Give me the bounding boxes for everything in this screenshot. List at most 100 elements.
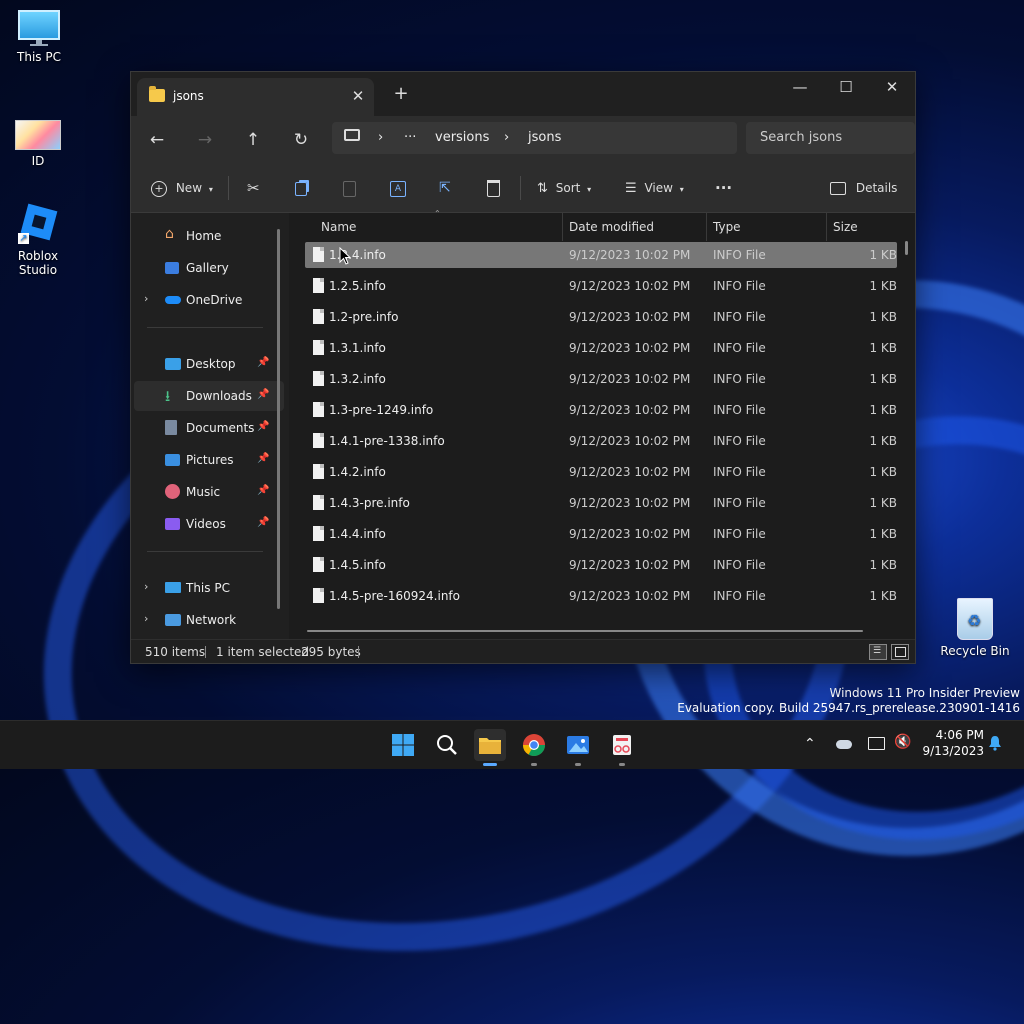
tab-jsons[interactable]: jsons ✕ <box>137 78 374 116</box>
up-button[interactable]: ↑ <box>237 126 269 154</box>
column-header-size[interactable]: Size <box>833 213 858 241</box>
sidebar-item-desktop[interactable]: Desktop 📌 <box>134 349 284 379</box>
pin-icon[interactable]: 📌 <box>257 421 269 432</box>
display-icon[interactable] <box>868 737 885 750</box>
search-box[interactable]: Search jsons <box>746 122 915 154</box>
file-name: 1.3.1.info <box>329 341 386 355</box>
file-row[interactable]: 1.3.2.info 9/12/2023 10:02 PM INFO File … <box>305 366 897 392</box>
pin-icon[interactable]: 📌 <box>257 389 269 400</box>
breadcrumb-separator[interactable]: › <box>378 130 383 145</box>
paste-button[interactable] <box>343 176 356 200</box>
search-input[interactable]: Search jsons <box>760 130 842 145</box>
file-row[interactable]: 1.2-pre.info 9/12/2023 10:02 PM INFO Fil… <box>305 304 897 330</box>
file-row[interactable]: 1.2.4.info 9/12/2023 10:02 PM INFO File … <box>305 242 897 268</box>
column-divider[interactable] <box>562 213 563 241</box>
sidebar-item-music[interactable]: Music 📌 <box>134 477 284 507</box>
column-header-date[interactable]: Date modified <box>569 213 654 241</box>
sidebar-item-documents[interactable]: Documents 📌 <box>134 413 284 443</box>
column-divider[interactable] <box>826 213 827 241</box>
computer-icon[interactable] <box>344 129 360 141</box>
file-row[interactable]: 1.3-pre-1249.info 9/12/2023 10:02 PM INF… <box>305 397 897 423</box>
vertical-scrollbar-thumb[interactable] <box>905 241 908 255</box>
column-header-name[interactable]: Name <box>321 213 356 241</box>
column-divider[interactable] <box>706 213 707 241</box>
file-size: 1 KB <box>869 372 897 386</box>
sidebar-item-this-pc[interactable]: › This PC <box>134 573 284 603</box>
rename-button[interactable]: A <box>390 176 406 200</box>
view-button[interactable]: ☰ View ▾ <box>625 176 684 200</box>
chevron-right-icon[interactable]: › <box>144 612 148 625</box>
maximize-button[interactable]: ☐ <box>823 72 869 102</box>
breadcrumb-jsons[interactable]: jsons <box>528 130 561 145</box>
sidebar-item-pictures[interactable]: Pictures 📌 <box>134 445 284 475</box>
clock[interactable]: 4:06 PM 9/13/2023 <box>914 728 984 758</box>
file-row[interactable]: 1.3.1.info 9/12/2023 10:02 PM INFO File … <box>305 335 897 361</box>
photos-taskbar-button[interactable] <box>562 729 594 766</box>
search-button[interactable] <box>431 729 463 761</box>
file-row[interactable]: 1.2.5.info 9/12/2023 10:02 PM INFO File … <box>305 273 897 299</box>
tab-close-button[interactable]: ✕ <box>348 86 368 106</box>
desktop-icon-recycle-bin[interactable]: ♻ Recycle Bin <box>937 598 1013 658</box>
breadcrumb-versions[interactable]: versions <box>435 130 489 145</box>
sidebar-item-gallery[interactable]: Gallery <box>134 253 284 283</box>
address-bar[interactable]: › ··· versions › jsons <box>332 122 737 154</box>
file-row[interactable]: 1.4.4.info 9/12/2023 10:02 PM INFO File … <box>305 521 897 547</box>
sidebar-item-network[interactable]: › Network <box>134 605 284 635</box>
column-header-type[interactable]: Type <box>713 213 741 241</box>
file-type: INFO File <box>713 279 766 293</box>
breadcrumb-more[interactable]: ··· <box>404 130 416 145</box>
notification-bell-icon[interactable] <box>988 735 1002 751</box>
start-button[interactable] <box>387 729 419 761</box>
home-icon: ⌂ <box>165 226 174 242</box>
pin-icon[interactable]: 📌 <box>257 357 269 368</box>
file-row[interactable]: 1.4.2.info 9/12/2023 10:02 PM INFO File … <box>305 459 897 485</box>
sidebar-item-label: Videos <box>186 517 226 531</box>
details-view-button[interactable]: ☰ <box>869 644 887 660</box>
desktop-icon-this-pc[interactable]: This PC <box>1 10 77 64</box>
copy-button[interactable] <box>295 176 307 200</box>
sidebar-item-onedrive[interactable]: › OneDrive <box>134 285 284 315</box>
sidebar-item-home[interactable]: ⌂ Home <box>134 221 284 251</box>
tab-title: jsons <box>173 89 204 103</box>
sidebar-item-downloads[interactable]: ⭳ Downloads 📌 <box>134 381 284 411</box>
desktop-icon-id[interactable]: ID <box>0 120 76 168</box>
onedrive-tray-icon[interactable] <box>836 740 852 749</box>
cut-button[interactable]: ✂ <box>247 176 260 200</box>
share-button[interactable]: ⇱ <box>439 176 451 200</box>
chrome-taskbar-button[interactable] <box>518 729 550 766</box>
sidebar-item-videos[interactable]: Videos 📌 <box>134 509 284 539</box>
close-button[interactable]: ✕ <box>869 72 915 102</box>
refresh-button[interactable]: ↻ <box>285 126 317 154</box>
delete-button[interactable] <box>487 176 500 200</box>
new-button[interactable]: + New ▾ <box>151 176 213 200</box>
file-type: INFO File <box>713 527 766 541</box>
folder-icon <box>149 86 165 102</box>
file-name: 1.4.4.info <box>329 527 386 541</box>
minimize-button[interactable]: — <box>777 72 823 102</box>
chevron-right-icon[interactable]: › <box>144 292 148 305</box>
breadcrumb-separator[interactable]: › <box>504 130 509 145</box>
large-icons-view-button[interactable] <box>891 644 909 660</box>
file-row[interactable]: 1.4.5-pre-160924.info 9/12/2023 10:02 PM… <box>305 583 897 609</box>
back-button[interactable]: ← <box>141 126 173 154</box>
file-date: 9/12/2023 10:02 PM <box>569 465 691 479</box>
pin-icon[interactable]: 📌 <box>257 517 269 528</box>
details-pane-button[interactable]: Details <box>830 176 897 200</box>
more-options-button[interactable]: ··· <box>715 176 732 200</box>
pin-icon[interactable]: 📌 <box>257 485 269 496</box>
desktop-icon-roblox-studio[interactable]: ↗ Roblox Studio <box>0 203 76 277</box>
new-tab-button[interactable]: + <box>391 84 411 104</box>
sidebar-scrollbar[interactable] <box>277 229 280 609</box>
snipping-tool-taskbar-button[interactable] <box>606 729 638 766</box>
file-row[interactable]: 1.4.5.info 9/12/2023 10:02 PM INFO File … <box>305 552 897 578</box>
sort-button[interactable]: ⇅ Sort ▾ <box>537 176 591 200</box>
file-explorer-taskbar-button[interactable] <box>474 729 506 766</box>
show-hidden-icons-button[interactable]: ⌃ <box>804 736 816 752</box>
forward-button[interactable]: → <box>189 126 221 154</box>
file-row[interactable]: 1.4.1-pre-1338.info 9/12/2023 10:02 PM I… <box>305 428 897 454</box>
chevron-right-icon[interactable]: › <box>144 580 148 593</box>
pin-icon[interactable]: 📌 <box>257 453 269 464</box>
volume-muted-icon[interactable]: 🔇 <box>894 734 911 750</box>
horizontal-scrollbar[interactable] <box>307 630 863 632</box>
file-row[interactable]: 1.4.3-pre.info 9/12/2023 10:02 PM INFO F… <box>305 490 897 516</box>
